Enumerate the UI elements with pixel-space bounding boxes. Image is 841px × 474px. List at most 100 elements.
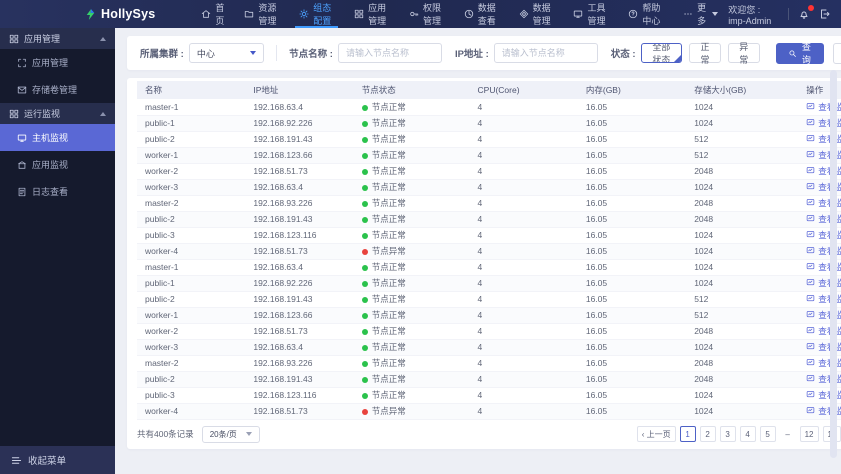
node-mem: 16.05 [577,131,687,148]
chevron-up-icon [100,111,106,116]
sidebar-item-主机监视[interactable]: 主机监视 [0,124,115,151]
page-button-4[interactable]: 4 [739,426,756,442]
status-text: 节点正常 [371,374,406,384]
node-ip: 192.168.93.226 [245,355,354,372]
node-cpu: 4 [469,227,578,244]
notifications-button[interactable] [798,5,814,20]
table-row: public-1192.168.92.226节点正常416.051024查看监控… [137,115,841,132]
logo-text: HollySys [101,7,156,21]
status-option-正常[interactable]: 正常 [689,42,721,65]
status-text: 节点正常 [371,134,406,144]
monitor-metrics-icon [806,262,815,271]
page-size-value: 20条/页 [209,429,237,439]
search-button[interactable]: 查询 [775,42,824,65]
table-row: public-3192.168.123.116节点正常416.051024查看监… [137,387,841,404]
reset-button[interactable]: 重置 [832,42,841,64]
page-button-12[interactable]: 12 [799,426,819,442]
nav-item-5[interactable]: 权限管理 [399,0,454,28]
sidebar-group-2[interactable]: 运行监视 [0,103,115,124]
nav-item-8[interactable]: 工具管理 [563,0,618,28]
node-mem: 16.05 [577,371,687,388]
node-name: public-2 [137,291,246,308]
page-size-select[interactable]: 20条/页 [201,425,260,443]
node-status: 节点正常 [353,99,470,116]
page-button-3[interactable]: 3 [719,426,736,442]
status-dot-icon [361,216,368,223]
table-row: worker-1192.168.123.66节点正常416.05512查看监控指… [137,147,841,164]
status-dot-icon [361,184,368,191]
status-dot-icon [361,312,368,319]
page-ellipsis: – [780,426,796,442]
node-status: 节点正常 [353,195,470,212]
app-manage-nav-icon [354,9,364,19]
node-storage: 2048 [686,163,799,180]
node-storage: 512 [686,307,799,324]
status-option-全部状态[interactable]: 全部状态 [640,43,683,63]
table-row: master-1192.168.63.4节点正常416.051024查看监控指标 [137,99,841,116]
scrollbar[interactable] [830,70,837,458]
node-storage: 2048 [686,195,799,212]
status-dot-icon [361,152,368,159]
node-ip: 192.168.51.73 [245,403,354,420]
status-text: 节点正常 [371,230,406,240]
node-mem: 16.05 [577,403,687,420]
sidebar-item-日志查看[interactable]: 日志查看 [0,178,115,205]
nav-item-7[interactable]: 数据管理 [509,0,564,28]
node-storage: 1024 [686,227,799,244]
nav-item-6[interactable]: 数据查看 [454,0,509,28]
node-mem: 16.05 [577,115,687,132]
ip-input[interactable] [493,43,598,63]
monitor-metrics-icon [806,102,815,111]
sidebar-item-应用管理[interactable]: 应用管理 [0,49,115,76]
status-filter-group: 全部状态 正常 异常 [640,42,760,65]
logout-button[interactable] [819,8,831,20]
cluster-select[interactable]: 中心 [188,43,265,63]
sidebar-group-1[interactable]: 应用管理 [0,28,115,49]
monitor-metrics-icon [806,358,815,367]
table-row: worker-2192.168.51.73节点正常416.052048查看监控指… [137,323,841,340]
data-view-icon [464,9,474,19]
page-button-1[interactable]: 1 [679,426,696,442]
page-button-5[interactable]: 5 [759,426,776,442]
nav-item-2[interactable]: 资源管理 [234,0,289,28]
nav-item-label: 数据管理 [532,3,551,26]
sidebar: 应用管理 应用管理 存储卷管理 运行监视 主机监视 应用监视 日志查看 收起菜单 [0,28,115,474]
monitor-metrics-icon [806,118,815,127]
node-name: worker-4 [137,243,246,260]
sidebar-group-label: 应用管理 [24,34,61,44]
status-text: 节点正常 [371,294,406,304]
nav-item-label: 资源管理 [258,3,277,26]
node-name: public-2 [137,211,246,228]
nav-item-4[interactable]: 应用管理 [344,0,399,28]
node-status: 节点正常 [353,227,470,244]
status-option-异常[interactable]: 异常 [727,42,760,65]
table-row: worker-3192.168.63.4节点正常416.051024查看监控指标 [137,179,841,196]
nav-item-3[interactable]: 组态配置 [289,0,344,28]
sidebar-item-存储卷管理[interactable]: 存储卷管理 [0,76,115,103]
status-label: 状态 : [610,49,636,60]
nav-item-1[interactable]: 首页 [191,0,234,28]
node-storage: 512 [686,131,799,148]
topbar-divider [788,8,789,20]
table-row: master-2192.168.93.226节点正常416.052048查看监控… [137,355,841,372]
status-text: 节点正常 [371,326,406,336]
nav-menu: 首页 资源管理 组态配置 应用管理 权限管理 数据查看 数据管理 工具管理 帮助中心 更多 [191,0,728,28]
node-name-input[interactable] [337,43,442,63]
node-ip: 192.168.123.116 [245,227,354,244]
page-button-2[interactable]: 2 [699,426,716,442]
nav-item-10[interactable]: 更多 [673,0,728,28]
nav-item-9[interactable]: 帮助中心 [618,0,673,28]
cluster-select-value: 中心 [196,48,215,59]
welcome-text: 欢迎您 : imp-Admin [728,4,772,26]
node-mem: 16.05 [577,387,687,404]
sidebar-group-label: 运行监视 [24,109,61,119]
node-storage: 2048 [686,371,799,388]
sidebar-item-应用监视[interactable]: 应用监视 [0,151,115,178]
app-logo: HollySys [84,7,155,21]
node-ip: 192.168.93.226 [245,195,354,212]
collapse-menu-button[interactable]: 收起菜单 [0,446,115,474]
home-icon [201,9,211,19]
nav-item-label: 数据查看 [477,3,496,26]
node-cpu: 4 [469,355,578,372]
prev-page-button[interactable]: ‹ 上一页 [636,426,676,442]
